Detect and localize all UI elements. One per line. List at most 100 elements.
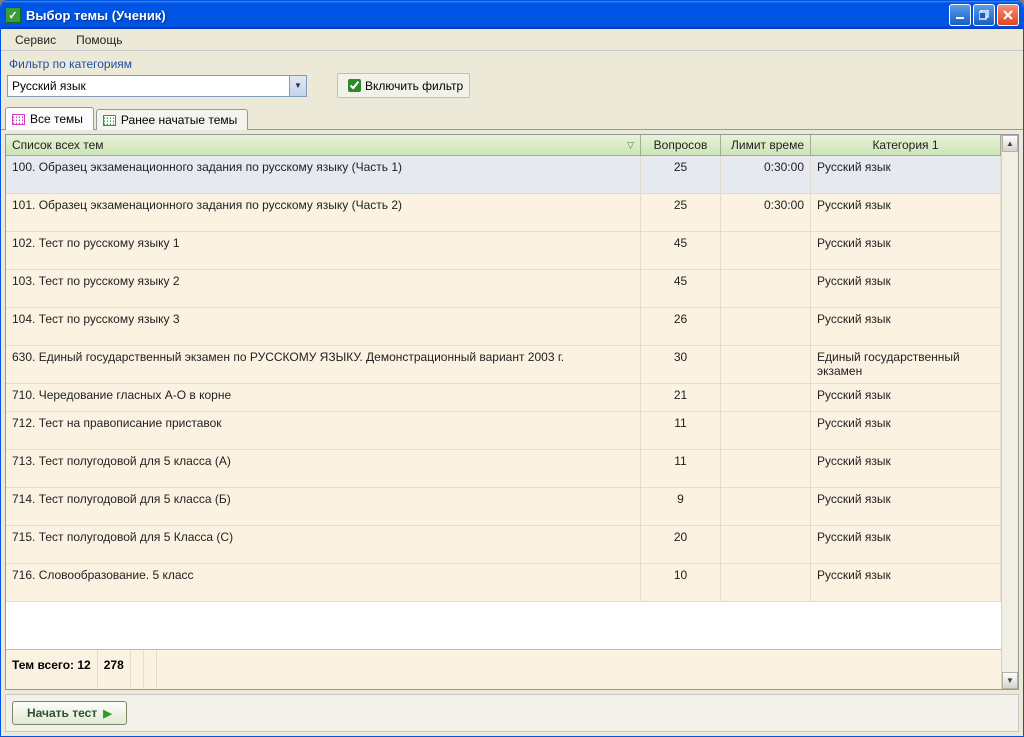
close-button[interactable] [997,4,1019,26]
filter-icon[interactable]: ▽ [627,140,634,151]
menu-service[interactable]: Сервис [5,31,66,49]
tabstrip: Все темы Ранее начатые темы [1,106,1023,130]
cell-category: Русский язык [811,308,1001,345]
cell-topic: 100. Образец экзаменационного задания по… [6,156,641,193]
cell-topic: 710. Чередование гласных А-О в корне [6,384,641,411]
cell-topic: 101. Образец экзаменационного задания по… [6,194,641,231]
cell-limit [721,270,811,307]
cell-questions: 45 [641,232,721,269]
enable-filter-label: Включить фильтр [365,79,463,93]
start-test-button[interactable]: Начать тест ▶ [12,701,127,725]
minimize-icon [955,10,965,20]
footer-total-questions: 278 [98,650,131,689]
grid-icon [12,114,25,125]
filter-panel: Фильтр по категориям Русский язык ▼ Вклю… [1,51,1023,106]
cell-limit [721,384,811,411]
menubar: Сервис Помощь [1,29,1023,51]
cell-limit [721,412,811,449]
col-questions[interactable]: Вопросов [641,135,721,155]
grid-footer: Тем всего: 12 278 [6,649,1001,689]
menu-help[interactable]: Помощь [66,31,132,49]
cell-category: Русский язык [811,270,1001,307]
vertical-scrollbar[interactable]: ▲ ▼ [1001,135,1018,689]
content: Список всех тем ▽ Вопросов Лимит време К… [1,130,1023,736]
app-window: ✓ Выбор темы (Ученик) Сервис Помощь Филь… [0,0,1024,737]
cell-limit: 0:30:00 [721,194,811,231]
cell-questions: 30 [641,346,721,383]
cell-topic: 714. Тест полугодовой для 5 класса (Б) [6,488,641,525]
table-row[interactable]: 715. Тест полугодовой для 5 Класса (С)20… [6,526,1001,564]
table-row[interactable]: 716. Словообразование. 5 класс10 Русский … [6,564,1001,602]
table-row[interactable]: 712. Тест на правописание приставок11 Рус… [6,412,1001,450]
cell-category: Русский язык [811,232,1001,269]
cell-questions: 9 [641,488,721,525]
minimize-button[interactable] [949,4,971,26]
chevron-down-icon[interactable]: ▼ [289,76,306,96]
cell-questions: 20 [641,526,721,563]
cell-category: Русский язык [811,156,1001,193]
cell-questions: 21 [641,384,721,411]
cell-questions: 11 [641,412,721,449]
cell-questions: 45 [641,270,721,307]
cell-category: Русский язык [811,412,1001,449]
footer-total-label: Тем всего: 12 [6,650,98,689]
cell-topic: 712. Тест на правописание приставок [6,412,641,449]
table-row[interactable]: 710. Чередование гласных А-О в корне21Ру… [6,384,1001,412]
col-limit[interactable]: Лимит време [721,135,811,155]
maximize-button[interactable] [973,4,995,26]
enable-filter-check[interactable]: Включить фильтр [337,73,470,98]
play-icon: ▶ [103,707,111,720]
table-row[interactable]: 101. Образец экзаменационного задания по… [6,194,1001,232]
cell-questions: 25 [641,156,721,193]
cell-questions: 25 [641,194,721,231]
scroll-down-icon[interactable]: ▼ [1002,672,1018,689]
table-row[interactable]: 713. Тест полугодовой для 5 класса (А)11… [6,450,1001,488]
tab-started-topics[interactable]: Ранее начатые темы [96,109,248,130]
cell-topic: 715. Тест полугодовой для 5 Класса (С) [6,526,641,563]
cell-category: Русский язык [811,564,1001,601]
grid-header: Список всех тем ▽ Вопросов Лимит време К… [6,135,1001,156]
cell-limit [721,308,811,345]
cell-category: Русский язык [811,450,1001,487]
tab-all-label: Все темы [30,112,83,126]
grid-icon [103,115,116,126]
category-combo-value: Русский язык [12,79,289,93]
table-row[interactable]: 102. Тест по русскому языку 145 Русский я… [6,232,1001,270]
table-row[interactable]: 630. Единый государственный экзамен по Р… [6,346,1001,384]
category-combo[interactable]: Русский язык ▼ [7,75,307,97]
cell-limit [721,450,811,487]
scroll-track[interactable] [1002,152,1018,672]
cell-questions: 26 [641,308,721,345]
cell-topic: 716. Словообразование. 5 класс [6,564,641,601]
table-row[interactable]: 103. Тест по русскому языку 245 Русский я… [6,270,1001,308]
tab-started-label: Ранее начатые темы [121,113,237,127]
app-icon: ✓ [5,7,21,23]
start-test-label: Начать тест [27,706,97,720]
cell-questions: 11 [641,450,721,487]
cell-questions: 10 [641,564,721,601]
cell-category: Русский язык [811,488,1001,525]
filter-label: Фильтр по категориям [9,57,1017,71]
cell-topic: 102. Тест по русскому языку 1 [6,232,641,269]
col-category[interactable]: Категория 1 [811,135,1001,155]
tab-all-topics[interactable]: Все темы [5,107,94,130]
grid-body[interactable]: 100. Образец экзаменационного задания по… [6,156,1001,649]
table-row[interactable]: 100. Образец экзаменационного задания по… [6,156,1001,194]
topics-grid: Список всех тем ▽ Вопросов Лимит време К… [5,134,1019,690]
cell-limit: 0:30:00 [721,156,811,193]
enable-filter-checkbox[interactable] [348,79,361,92]
restore-icon [979,10,989,20]
cell-limit [721,232,811,269]
cell-category: Русский язык [811,526,1001,563]
table-row[interactable]: 714. Тест полугодовой для 5 класса (Б)9 Р… [6,488,1001,526]
table-row[interactable]: 104. Тест по русскому языку 326Русский я… [6,308,1001,346]
cell-limit [721,564,811,601]
cell-category: Единый государственный экзамен [811,346,1001,383]
titlebar[interactable]: ✓ Выбор темы (Ученик) [1,1,1023,29]
cell-topic: 630. Единый государственный экзамен по Р… [6,346,641,383]
scroll-up-icon[interactable]: ▲ [1002,135,1018,152]
cell-topic: 103. Тест по русскому языку 2 [6,270,641,307]
close-icon [1003,10,1013,20]
col-topic[interactable]: Список всех тем ▽ [6,135,641,155]
cell-limit [721,346,811,383]
